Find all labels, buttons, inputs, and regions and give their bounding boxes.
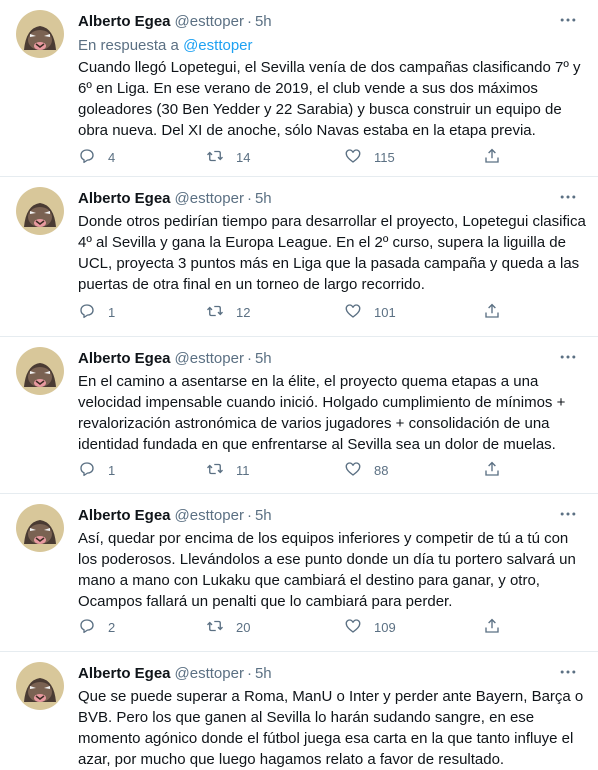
timestamp[interactable]: 5h (255, 665, 272, 682)
timestamp[interactable]: 5h (255, 13, 272, 30)
reply-button[interactable]: 1 (78, 301, 115, 323)
tweet-header: Alberto Egea @esttoper · 5h (78, 189, 272, 209)
author-name[interactable]: Alberto Egea (78, 665, 171, 682)
tweet-text: Que se puede superar a Roma, ManU o Inte… (78, 688, 584, 768)
tweet-header: Alberto Egea @esttoper · 5h (78, 664, 272, 684)
like-button[interactable]: 109 (344, 616, 396, 638)
reply-count: 1 (108, 462, 116, 478)
timestamp[interactable]: 5h (255, 350, 272, 367)
timestamp[interactable]: 5h (255, 507, 272, 524)
reply-icon (78, 147, 96, 168)
tweet-actions: 2 20 109 (78, 616, 508, 638)
more-icon[interactable] (556, 662, 580, 686)
tweet-actions: 1 12 101 (78, 301, 508, 323)
share-button[interactable] (483, 459, 501, 481)
share-button[interactable] (483, 616, 501, 638)
share-button[interactable] (483, 146, 501, 168)
separator-dot: · (246, 665, 252, 682)
like-button[interactable]: 88 (344, 459, 388, 481)
like-button[interactable]: 101 (344, 301, 396, 323)
tweet-header: Alberto Egea @esttoper · 5h (78, 349, 272, 369)
share-icon (483, 147, 501, 168)
tweet-header: Alberto Egea @esttoper · 5h (78, 12, 272, 32)
reply-icon (78, 460, 96, 481)
avatar[interactable] (16, 504, 64, 552)
share-icon (483, 460, 501, 481)
retweet-icon (206, 302, 224, 323)
avatar[interactable] (16, 10, 64, 58)
tweet-text: Cuando llegó Lopetegui, el Sevilla venía… (78, 59, 581, 139)
author-name[interactable]: Alberto Egea (78, 13, 171, 30)
reply-context: En respuesta a @esttoper (78, 36, 253, 56)
tweet-text: Donde otros pedirían tiempo para desarro… (78, 213, 586, 293)
retweet-button[interactable]: 12 (206, 301, 250, 323)
tweet[interactable]: Alberto Egea @esttoper · 5h Donde otros ped… (0, 177, 598, 337)
like-icon (344, 302, 362, 323)
more-icon[interactable] (556, 504, 580, 528)
separator-dot: · (246, 350, 252, 367)
separator-dot: · (246, 13, 252, 30)
reply-count: 1 (108, 304, 116, 320)
reply-prefix: En respuesta a (78, 37, 179, 54)
tweet[interactable]: Alberto Egea @esttoper · 5h En respuesta a … (0, 0, 598, 177)
share-button[interactable] (483, 301, 501, 323)
author-handle[interactable]: @esttoper (175, 350, 244, 367)
retweet-button[interactable]: 20 (206, 616, 250, 638)
retweet-icon (206, 617, 224, 638)
tweet[interactable]: Alberto Egea @esttoper · 5h En el camino a … (0, 337, 598, 494)
reply-button[interactable]: 4 (78, 146, 115, 168)
author-handle[interactable]: @esttoper (175, 190, 244, 207)
reply-button[interactable]: 1 (78, 459, 115, 481)
retweet-icon (206, 147, 224, 168)
retweet-icon (206, 460, 224, 481)
like-icon (344, 617, 362, 638)
tweet-text: Así, quedar por encima de los equipos in… (78, 530, 576, 610)
share-icon (483, 302, 501, 323)
like-count: 115 (374, 149, 395, 165)
reply-icon (78, 617, 96, 638)
retweet-count: 11 (236, 462, 250, 478)
author-handle[interactable]: @esttoper (175, 665, 244, 682)
timeline: Alberto Egea @esttoper · 5h En respuesta a … (0, 0, 598, 768)
tweet-actions: 4 14 115 (78, 146, 508, 168)
author-name[interactable]: Alberto Egea (78, 507, 171, 524)
share-icon (483, 617, 501, 638)
retweet-button[interactable]: 11 (206, 459, 250, 481)
reply-count: 4 (108, 149, 116, 165)
reply-mention-link[interactable]: @esttoper (183, 37, 252, 54)
like-button[interactable]: 115 (344, 146, 395, 168)
tweet[interactable]: Alberto Egea @esttoper · 5h Así, quedar por… (0, 494, 598, 652)
tweet-actions: 1 11 88 (78, 459, 508, 481)
like-count: 88 (374, 462, 389, 478)
retweet-count: 20 (236, 619, 251, 635)
more-icon[interactable] (556, 10, 580, 34)
like-icon (344, 147, 362, 168)
avatar[interactable] (16, 187, 64, 235)
like-count: 109 (374, 619, 396, 635)
avatar[interactable] (16, 662, 64, 710)
timestamp[interactable]: 5h (255, 190, 272, 207)
tweet-header: Alberto Egea @esttoper · 5h (78, 506, 272, 526)
retweet-count: 14 (236, 149, 251, 165)
author-handle[interactable]: @esttoper (175, 13, 244, 30)
like-count: 101 (374, 304, 396, 320)
more-icon[interactable] (556, 187, 580, 211)
separator-dot: · (246, 507, 252, 524)
avatar[interactable] (16, 347, 64, 395)
reply-count: 2 (108, 619, 116, 635)
reply-icon (78, 302, 96, 323)
tweet-text: En el camino a asentarse en la élite, el… (78, 373, 566, 453)
reply-button[interactable]: 2 (78, 616, 115, 638)
more-icon[interactable] (556, 347, 580, 371)
separator-dot: · (246, 190, 252, 207)
retweet-count: 12 (236, 304, 251, 320)
like-icon (344, 460, 362, 481)
author-name[interactable]: Alberto Egea (78, 190, 171, 207)
author-handle[interactable]: @esttoper (175, 507, 244, 524)
tweet[interactable]: Alberto Egea @esttoper · 5h Que se puede su… (0, 652, 598, 768)
author-name[interactable]: Alberto Egea (78, 350, 171, 367)
retweet-button[interactable]: 14 (206, 146, 250, 168)
